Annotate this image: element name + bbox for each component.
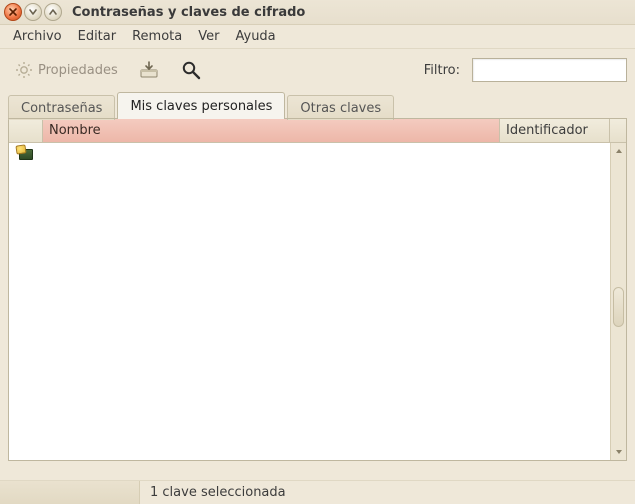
import-icon	[138, 59, 160, 81]
close-window-button[interactable]	[4, 3, 22, 21]
menu-ver[interactable]: Ver	[191, 27, 226, 46]
search-icon	[180, 59, 202, 81]
scroll-up-arrow-icon[interactable]	[613, 145, 625, 157]
scroll-down-arrow-icon[interactable]	[613, 446, 625, 458]
column-header-icon[interactable]	[9, 119, 43, 142]
menu-bar: Archivo Editar Remota Ver Ayuda	[0, 25, 635, 49]
status-text: 1 clave seleccionada	[140, 485, 296, 500]
menu-archivo[interactable]: Archivo	[6, 27, 69, 46]
tab-underline	[8, 118, 627, 119]
properties-button: Propiedades	[8, 56, 124, 84]
column-header-nombre[interactable]: Nombre	[43, 119, 500, 142]
table-rows	[9, 143, 610, 460]
filter-label: Filtro:	[424, 63, 460, 78]
column-header-scroll	[610, 119, 626, 142]
tab-mis-claves-personales[interactable]: Mis claves personales	[117, 92, 285, 119]
menu-remota[interactable]: Remota	[125, 27, 189, 46]
scroll-track[interactable]	[611, 157, 626, 446]
search-button[interactable]	[174, 55, 208, 85]
vertical-scrollbar[interactable]	[610, 143, 626, 460]
filter-input[interactable]	[472, 58, 627, 82]
key-icon	[17, 146, 35, 162]
table-body	[9, 143, 626, 460]
scroll-thumb[interactable]	[613, 287, 624, 327]
tab-otras-claves[interactable]: Otras claves	[287, 95, 394, 120]
title-bar: Contraseñas y claves de cifrado	[0, 0, 635, 25]
status-bar: 1 clave seleccionada	[0, 480, 635, 504]
maximize-window-button[interactable]	[44, 3, 62, 21]
minimize-window-button[interactable]	[24, 3, 42, 21]
keys-panel: Nombre Identificador	[8, 119, 627, 461]
import-button[interactable]	[132, 55, 166, 85]
column-header-identificador[interactable]: Identificador	[500, 119, 610, 142]
gear-icon	[14, 60, 34, 80]
tab-contrasenas[interactable]: Contraseñas	[8, 95, 115, 120]
menu-editar[interactable]: Editar	[71, 27, 124, 46]
toolbar: Propiedades Filtro:	[0, 49, 635, 91]
table-header: Nombre Identificador	[9, 119, 626, 143]
properties-label: Propiedades	[38, 63, 118, 78]
window-title: Contraseñas y claves de cifrado	[72, 5, 305, 20]
table-row[interactable]	[9, 143, 610, 165]
tab-bar: Contraseñas Mis claves personales Otras …	[0, 91, 635, 119]
menu-ayuda[interactable]: Ayuda	[228, 27, 282, 46]
status-grip	[0, 481, 140, 504]
row-icon-cell	[9, 146, 43, 162]
